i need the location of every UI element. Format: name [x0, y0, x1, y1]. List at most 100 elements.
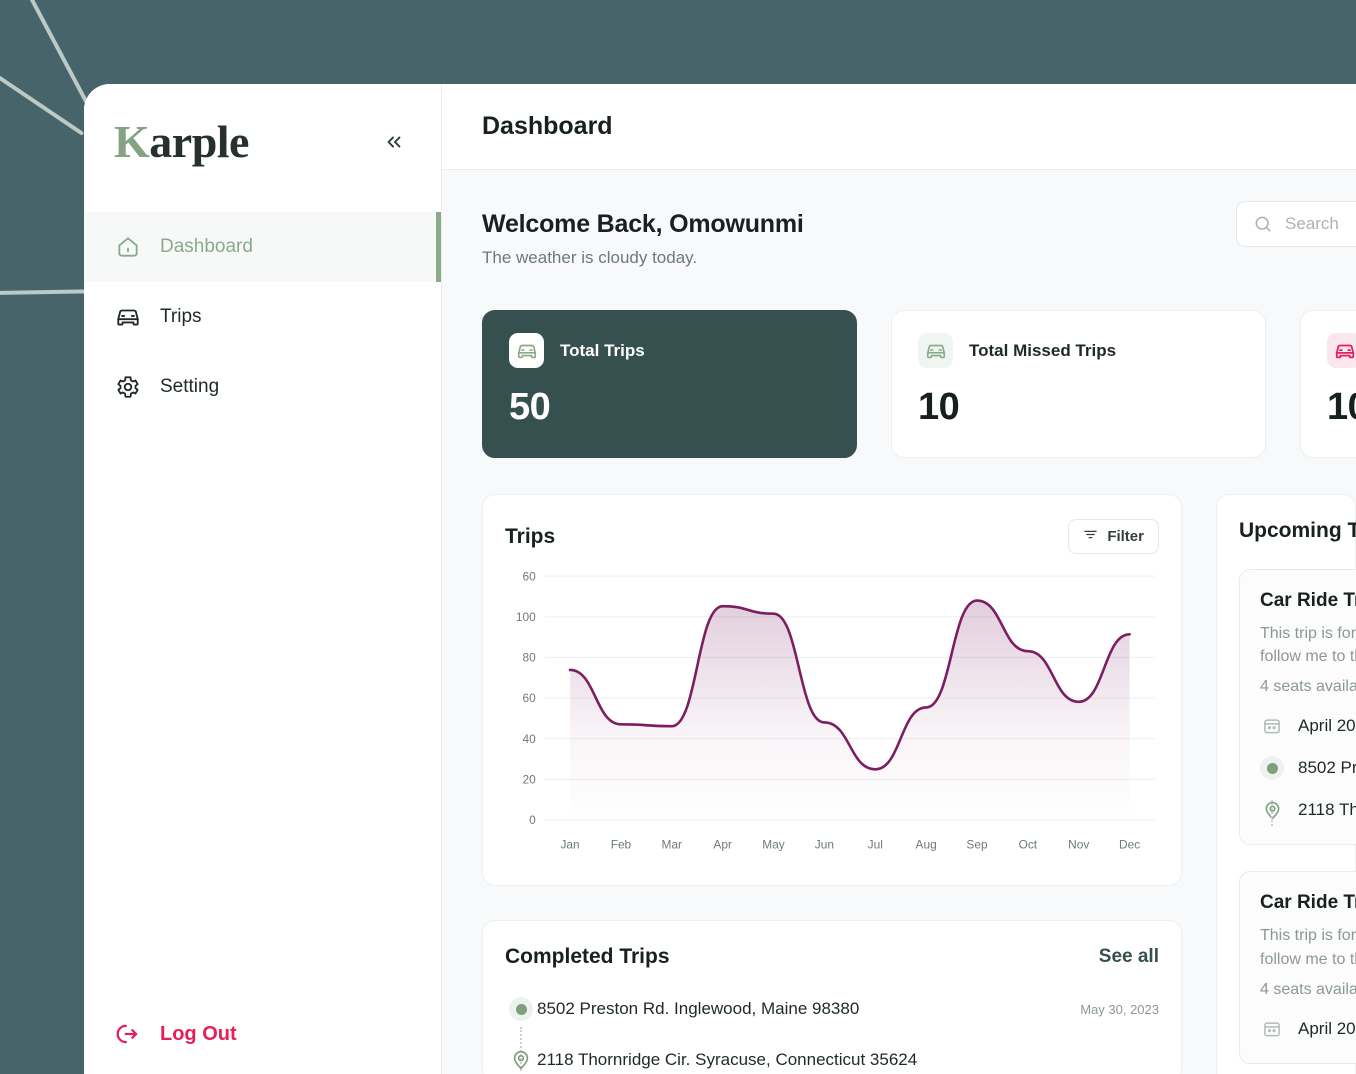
- car-icon: [114, 303, 142, 331]
- ray-line: [0, 289, 97, 297]
- welcome-subtitle: The weather is cloudy today.: [482, 248, 698, 267]
- trips-chart-panel: Trips Filter 60 100 80 60 40 20 0 Jan Feb Mar Apr M…: [482, 494, 1182, 886]
- stat-head: Total: [1327, 333, 1356, 368]
- svg-text:Apr: Apr: [713, 837, 731, 851]
- trip-address: 8502 Preston Rd. Inglewood, Maine 98380: [537, 999, 860, 1018]
- origin-dot-icon: [505, 997, 537, 1021]
- svg-text:60: 60: [523, 691, 536, 705]
- sidebar-item-label: Trips: [160, 306, 202, 327]
- trip-card-destination: 2118 Thornridge Cir.: [1298, 800, 1356, 820]
- stat-card-total-trips[interactable]: Total Trips 50: [482, 310, 857, 458]
- logout-label: Log Out: [160, 1022, 237, 1045]
- trip-card-date: April 20, 2023: [1298, 716, 1356, 736]
- table-row[interactable]: 8502 Preston Rd. Inglewood, Maine 98380 …: [505, 997, 1159, 1071]
- upcoming-trip-card[interactable]: Car Ride Trip This trip is for everyone,…: [1239, 569, 1356, 846]
- content-scroll: Welcome Back, Omowunmi The weather is cl…: [442, 170, 1356, 1074]
- ray-line: [0, 54, 85, 136]
- home-icon: [114, 233, 142, 261]
- filter-label: Filter: [1107, 528, 1144, 545]
- car-icon: [509, 333, 544, 368]
- trip-card-description: This trip is for everyone, please follow…: [1260, 924, 1356, 970]
- svg-text:Sep: Sep: [966, 837, 987, 851]
- car-icon: [918, 333, 953, 368]
- trip-card-seats: 4 seats available: [1260, 980, 1356, 998]
- stat-head: Total Missed Trips: [918, 333, 1239, 368]
- search-input[interactable]: [1285, 214, 1356, 234]
- trip-card-origin: 8502 Preston Rd.: [1298, 758, 1356, 778]
- welcome-row: Welcome Back, Omowunmi The weather is cl…: [482, 201, 1356, 268]
- search-box[interactable]: [1236, 201, 1356, 247]
- trip-card-date: April 20, 2023: [1298, 1018, 1356, 1038]
- trip-date: May 30, 2023: [1080, 1001, 1159, 1017]
- app-logo[interactable]: Karple: [114, 119, 249, 165]
- table-row[interactable]: 2118 Thornridge Cir. Syracuse, Connectic…: [505, 1049, 1159, 1071]
- trip-card-title: Car Ride Trip: [1260, 590, 1356, 611]
- origin-dot-icon: [1260, 756, 1284, 781]
- chevron-double-left-icon[interactable]: [377, 125, 411, 159]
- svg-text:80: 80: [523, 650, 536, 664]
- sidebar-item-trips[interactable]: Trips: [84, 282, 441, 352]
- logout-button[interactable]: Log Out: [84, 1002, 441, 1066]
- see-all-link[interactable]: See all: [1099, 946, 1159, 968]
- gear-icon: [114, 373, 142, 401]
- svg-text:Feb: Feb: [611, 837, 632, 851]
- main-area: Dashboard Welcome Back, Omowunmi The wea…: [442, 84, 1356, 1074]
- upcoming-trip-card[interactable]: Car Ride Trip This trip is for everyone,…: [1239, 871, 1356, 1064]
- trip-card-title: Car Ride Trip: [1260, 892, 1356, 914]
- stat-card-total-missed-trips[interactable]: Total Missed Trips 10: [891, 310, 1266, 458]
- destination-pin-icon: [505, 1049, 537, 1071]
- route-connector: [1271, 800, 1273, 827]
- svg-text:Aug: Aug: [916, 837, 937, 851]
- left-column: Trips Filter 60 100 80 60 40 20 0 Jan Feb Mar Apr M…: [482, 494, 1182, 1074]
- sidebar-item-label: Setting: [160, 376, 220, 397]
- sidebar-item-dashboard[interactable]: Dashboard: [84, 212, 441, 282]
- svg-text:Oct: Oct: [1019, 837, 1038, 851]
- desc-line-1: This trip is for everyone, please: [1260, 927, 1356, 945]
- calendar-icon: [1260, 1017, 1284, 1041]
- svg-text:Jul: Jul: [868, 837, 883, 851]
- car-icon: [1327, 333, 1356, 368]
- completed-trips-panel: Completed Trips See all 8502 Preston Rd.…: [482, 920, 1182, 1074]
- desc-line-2: follow me to the place: [1260, 648, 1356, 666]
- upcoming-title: Upcoming Trips: [1239, 519, 1356, 542]
- svg-text:60: 60: [523, 569, 536, 583]
- upcoming-trips-panel: Upcoming Trips Car Ride Trip This trip i…: [1216, 494, 1356, 1074]
- welcome-heading: Welcome Back, Omowunmi: [482, 210, 804, 238]
- filter-button[interactable]: Filter: [1068, 519, 1159, 554]
- stat-label: Total Trips: [560, 340, 645, 360]
- lower-section: Trips Filter 60 100 80 60 40 20 0 Jan Feb Mar Apr M…: [482, 494, 1356, 1074]
- trip-card-destination-row: 2118 Thornridge Cir.: [1260, 798, 1356, 822]
- stat-value: 50: [509, 386, 551, 428]
- stat-card-third[interactable]: Total 10: [1300, 310, 1356, 458]
- logout-icon: [114, 1020, 142, 1048]
- page-title: Dashboard: [482, 112, 613, 140]
- trip-card-date-row: April 20, 2023: [1260, 714, 1356, 738]
- brand-row: Karple: [84, 84, 441, 200]
- filter-icon: [1083, 527, 1098, 546]
- trip-card-seats: 4 seats available: [1260, 678, 1356, 696]
- stat-value: 10: [918, 386, 960, 428]
- chart-title: Trips: [505, 524, 556, 548]
- svg-text:Jun: Jun: [815, 837, 834, 851]
- logo-first-letter: K: [114, 116, 150, 167]
- search-icon: [1253, 214, 1273, 234]
- stat-value: 10: [1327, 386, 1356, 428]
- stat-cards: Total Trips 50 Total Missed Trips 10 1: [482, 310, 1356, 458]
- svg-text:100: 100: [516, 610, 536, 624]
- app-window: Karple Dashboard Trips Setting Log Out D…: [84, 84, 1356, 1074]
- trips-area-chart[interactable]: 60 100 80 60 40 20 0 Jan Feb Mar Apr May Jun Jul Aug Se…: [505, 568, 1159, 865]
- sidebar: Karple Dashboard Trips Setting Log Out: [84, 84, 442, 1074]
- svg-text:Mar: Mar: [662, 837, 682, 851]
- trip-card-meta: April 20, 2023: [1260, 1017, 1356, 1041]
- topbar: Dashboard: [442, 84, 1356, 170]
- sidebar-item-label: Dashboard: [160, 236, 253, 257]
- trip-card-date-row: April 20, 2023: [1260, 1017, 1356, 1041]
- screen-root: Karple Dashboard Trips Setting Log Out D…: [0, 0, 1356, 1074]
- sidebar-item-setting[interactable]: Setting: [84, 352, 441, 422]
- trip-card-description: This trip is for everyone, please follow…: [1260, 622, 1356, 668]
- svg-text:0: 0: [529, 813, 536, 827]
- svg-text:Dec: Dec: [1119, 837, 1140, 851]
- trip-card-meta: April 20, 2023 8502 Preston Rd.: [1260, 714, 1356, 827]
- desc-line-1: This trip is for everyone, please: [1260, 625, 1356, 642]
- completed-title: Completed Trips: [505, 945, 670, 968]
